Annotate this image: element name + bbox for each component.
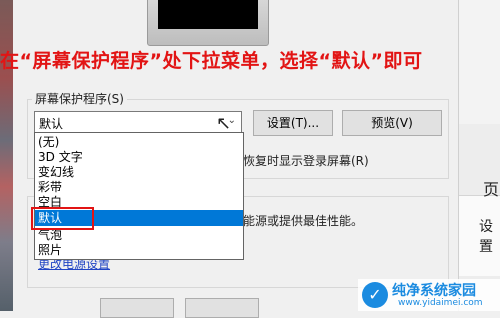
power-description: 能源或提供最佳性能。 xyxy=(243,214,364,228)
mouse-cursor-icon: ↖ xyxy=(216,113,232,134)
dropdown-option-ribbons[interactable]: 彩带 xyxy=(35,179,243,195)
screensaver-dropdown-list: (无) 3D 文字 变幻线 彩带 空白 默认 气泡 照片 xyxy=(34,132,244,260)
dropdown-option-photos[interactable]: 照片 xyxy=(35,242,243,258)
highlight-annotation-box xyxy=(31,207,94,230)
dropdown-option-none[interactable]: (无) xyxy=(35,134,243,150)
settings-button[interactable]: 设置(T)... xyxy=(253,110,333,136)
screensaver-select-value: 默认 xyxy=(39,117,64,131)
dropdown-option-3d-text[interactable]: 3D 文字 xyxy=(35,149,243,165)
ok-button[interactable] xyxy=(100,298,174,318)
monitor-preview xyxy=(147,0,269,46)
background-window-label: 页 xyxy=(483,180,500,199)
watermark: ✓ 纯净系统家园 www.yidaimei.com xyxy=(358,279,500,311)
watermark-logo-icon: ✓ xyxy=(362,282,388,308)
background-window: 页 设置 xyxy=(458,0,500,311)
watermark-title: 纯净系统家园 xyxy=(392,283,476,299)
monitor-preview-screen xyxy=(158,0,258,29)
dropdown-option-mystify[interactable]: 变幻线 xyxy=(35,164,243,180)
screensaver-select[interactable]: 默认 ⌄ xyxy=(34,111,242,133)
screensaver-group-label: 屏幕保护程序(S) xyxy=(32,90,127,107)
preview-button[interactable]: 预览(V) xyxy=(342,110,442,136)
resume-login-checkbox-label[interactable]: 恢复时显示登录屏幕(R) xyxy=(243,152,369,169)
background-window-top xyxy=(459,0,500,124)
cancel-button[interactable] xyxy=(185,298,259,318)
instruction-annotation: 在“屏幕保护程序”处下拉菜单，选择“默认”即可 xyxy=(0,50,423,72)
background-window-settings-label: 设置 xyxy=(479,219,493,255)
watermark-url: www.yidaimei.com xyxy=(398,298,483,308)
